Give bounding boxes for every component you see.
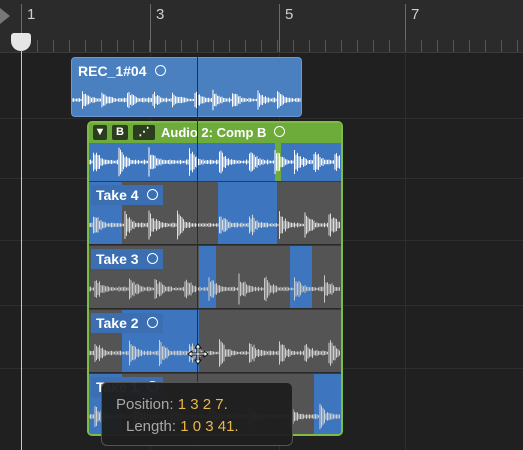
position-value: 1 3 2 7. (177, 396, 228, 413)
ruler-tick (437, 40, 438, 52)
scroll-left-icon[interactable] (0, 8, 10, 24)
ruler-tick (197, 40, 198, 52)
ruler-tick (53, 40, 54, 52)
waveform (89, 147, 340, 177)
ruler-tick (245, 40, 246, 52)
ruler-tick (405, 40, 406, 52)
ruler-tick (213, 40, 214, 52)
take-name: Take 2 (96, 315, 139, 331)
ruler-tick (293, 40, 294, 52)
ruler-tick (165, 40, 166, 52)
waveform (72, 89, 301, 111)
move-cursor-icon (187, 343, 209, 365)
waveform (89, 339, 340, 367)
bar-ruler[interactable]: 1 3 5 7 (0, 0, 523, 53)
take-label: Take 3 (91, 249, 163, 269)
bar-number: 1 (27, 6, 36, 23)
waveform (89, 210, 340, 240)
take-name: Take 4 (96, 187, 139, 203)
loop-icon (146, 317, 158, 328)
take-label: Take 2 (91, 313, 163, 333)
bar-number: 5 (285, 6, 294, 23)
take-folder-title-text: Audio 2: Comp B (161, 125, 267, 140)
loop-icon (274, 126, 286, 137)
bar-number: 7 (411, 6, 420, 23)
take-lane-2[interactable]: Take 2 (89, 309, 341, 372)
playhead-icon[interactable] (11, 33, 31, 51)
quick-swipe-icon[interactable]: ⋰ (133, 125, 155, 140)
ruler-tick (85, 40, 86, 52)
ruler-tick (453, 40, 454, 52)
ruler-tick (101, 40, 102, 52)
ruler-tick (181, 40, 182, 52)
loop-icon (146, 253, 158, 264)
take-name: Take 3 (96, 251, 139, 267)
region-name: REC_1#04 (78, 63, 166, 79)
length-value: 1 0 3 41. (180, 418, 239, 435)
ruler-tick (309, 40, 310, 52)
waveform (89, 273, 340, 305)
length-label: Length: (126, 418, 177, 435)
ruler-tick (149, 40, 150, 52)
bar-number: 3 (156, 6, 165, 23)
ruler-tick (389, 40, 390, 52)
take-folder-menu-button[interactable]: B (112, 125, 128, 140)
take-lane-4[interactable]: Take 4 (89, 181, 341, 244)
ruler-tick (469, 40, 470, 52)
ruler-tick (277, 40, 278, 52)
ruler-tick (325, 40, 326, 52)
ruler-tick (117, 40, 118, 52)
position-label: Position: (116, 396, 174, 413)
ruler-tick (517, 40, 518, 52)
ruler-tick (229, 40, 230, 52)
audio-region-rec[interactable]: REC_1#04 (71, 57, 302, 117)
take-lane-3[interactable]: Take 3 (89, 245, 341, 308)
region-name-text: REC_1#04 (78, 63, 147, 79)
ruler-tick (501, 40, 502, 52)
ruler-tick (69, 40, 70, 52)
ruler-tick (485, 40, 486, 52)
ruler-tick (37, 40, 38, 52)
ruler-tick (421, 40, 422, 52)
loop-icon (146, 189, 158, 200)
ruler-tick (133, 40, 134, 52)
take-folder-title: Audio 2: Comp B (161, 125, 286, 140)
comp-lane[interactable] (89, 143, 341, 181)
playhead-line (21, 50, 22, 450)
ruler-tick (341, 40, 342, 52)
take-label: Take 4 (91, 185, 163, 205)
disclosure-triangle-icon[interactable]: ▼ (93, 125, 107, 140)
ruler-tick (261, 40, 262, 52)
take-folder-header[interactable]: ▼ B ⋰ Audio 2: Comp B (89, 123, 341, 143)
ruler-tick (357, 40, 358, 52)
drag-info-tooltip: Position: 1 3 2 7. Length: 1 0 3 41. (101, 382, 293, 446)
ruler-tick (373, 40, 374, 52)
loop-icon (154, 65, 166, 76)
